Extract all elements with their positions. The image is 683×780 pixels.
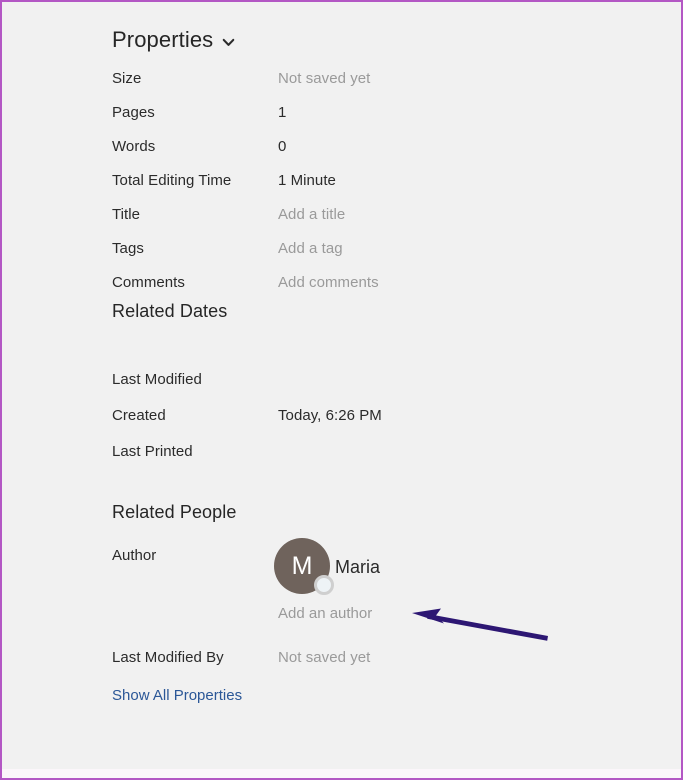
property-row-title[interactable]: Title Add a title <box>112 203 661 225</box>
property-value: 1 <box>278 103 287 121</box>
property-value-input[interactable]: Add a tag <box>278 240 343 257</box>
property-label: Pages <box>112 103 155 121</box>
property-row-last-printed[interactable]: Last Printed <box>112 440 661 462</box>
section-heading-related-people: Related People <box>112 502 237 522</box>
property-row-created[interactable]: Created Today, 6:26 PM <box>112 404 661 426</box>
property-row-comments[interactable]: Comments Add comments <box>112 271 661 293</box>
property-value-input[interactable]: Add comments <box>278 274 379 291</box>
author-chip[interactable]: M Maria <box>274 538 381 595</box>
property-label: Created <box>112 406 166 424</box>
property-row-size[interactable]: Size Not saved yet <box>112 67 661 89</box>
property-label: Last Printed <box>112 442 193 460</box>
property-label: Size <box>112 69 142 87</box>
chevron-down-icon[interactable] <box>222 36 235 49</box>
add-author-input[interactable]: Add an author <box>278 605 372 622</box>
property-label: Tags <box>112 239 144 257</box>
property-row-words[interactable]: Words 0 <box>112 135 661 157</box>
property-label: Words <box>112 137 156 155</box>
avatar[interactable]: M <box>274 538 334 595</box>
page-title: Properties <box>112 27 214 52</box>
property-row-pages[interactable]: Pages 1 <box>112 101 661 123</box>
section-heading-related-dates: Related Dates <box>112 301 228 321</box>
property-label: Total Editing Time <box>112 171 232 189</box>
property-value-input[interactable]: Add a title <box>278 206 345 223</box>
property-value[interactable]: Not saved yet <box>278 70 370 87</box>
property-row-last-modified[interactable]: Last Modified <box>112 368 661 390</box>
property-row-author[interactable]: Author M Maria <box>112 538 661 596</box>
property-value: Today, 6:26 PM <box>278 406 382 424</box>
property-value: 1 Minute <box>278 171 336 189</box>
properties-panel-screenshot: Properties Size Not saved yet Pages 1 Wo… <box>0 0 683 780</box>
show-all-properties-link[interactable]: Show All Properties <box>112 687 242 704</box>
property-row-tags[interactable]: Tags Add a tag <box>112 237 661 259</box>
property-label: Author <box>112 547 157 564</box>
property-label: Title <box>112 205 141 223</box>
panel-header[interactable]: Properties <box>112 24 235 56</box>
author-name: Maria <box>335 556 381 577</box>
presence-status-icon <box>314 575 334 595</box>
property-label: Comments <box>112 273 185 291</box>
property-row-total-editing-time[interactable]: Total Editing Time 1 Minute <box>112 169 661 191</box>
property-value: 0 <box>278 137 287 155</box>
property-row-last-modified-by[interactable]: Last Modified By Not saved yet <box>112 646 661 668</box>
property-label: Last Modified By <box>112 648 224 666</box>
property-value: Not saved yet <box>278 648 371 666</box>
property-label: Last Modified <box>112 370 202 388</box>
avatar-initial: M <box>291 551 313 580</box>
properties-panel: Properties Size Not saved yet Pages 1 Wo… <box>2 2 681 778</box>
